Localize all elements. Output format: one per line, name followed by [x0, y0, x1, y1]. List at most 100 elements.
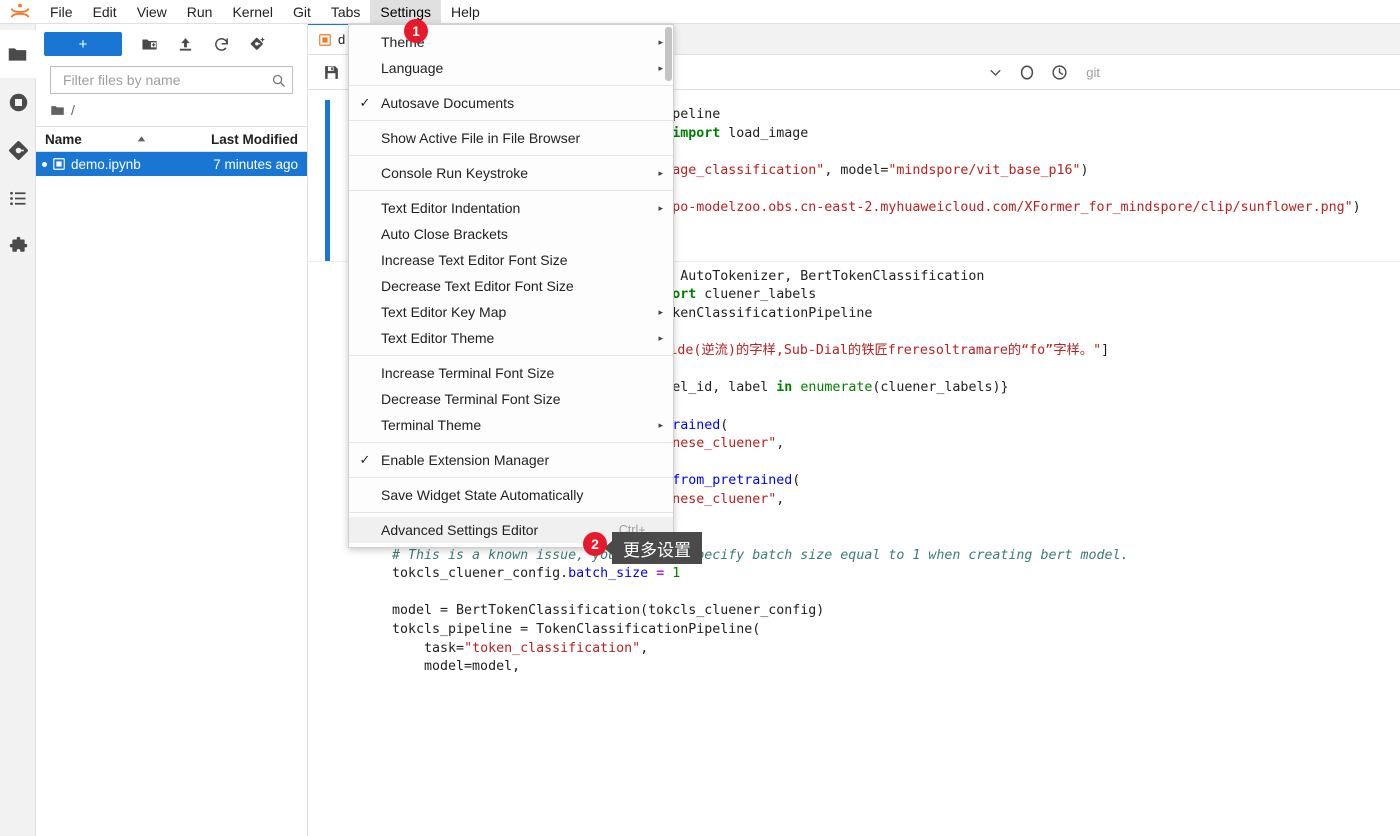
menu-run[interactable]: Run	[177, 0, 223, 23]
kernel-name-label[interactable]: git	[1086, 65, 1100, 80]
menu-item-label: Decrease Text Editor Font Size	[381, 278, 649, 294]
annotation-badge-2: 2	[583, 532, 607, 556]
menu-item-text-editor-key-map[interactable]: Text Editor Key Map▸	[349, 299, 673, 325]
menu-item-label: Text Editor Key Map	[381, 304, 649, 320]
menu-item-increase-terminal-font-size[interactable]: Increase Terminal Font Size	[349, 360, 673, 386]
menu-item-label: Text Editor Indentation	[381, 200, 649, 216]
menu-item-console-run-keystroke[interactable]: Console Run Keystroke▸	[349, 160, 673, 186]
code-line	[392, 584, 1400, 603]
menu-edit[interactable]: Edit	[83, 0, 127, 23]
menu-item-label: Enable Extension Manager	[381, 452, 649, 468]
menu-divider	[349, 355, 673, 356]
menu-file[interactable]: File	[40, 0, 83, 23]
menu-item-autosave-documents[interactable]: ✓Autosave Documents	[349, 90, 673, 116]
code-line: tokcls_pipeline = TokenClassificationPip…	[392, 621, 1400, 640]
clock-icon[interactable]	[1044, 59, 1074, 85]
menu-item-label: Text Editor Theme	[381, 330, 649, 346]
tab-label: d	[338, 32, 345, 47]
chevron-right-icon: ▸	[649, 168, 663, 179]
chevron-down-icon[interactable]	[980, 59, 1010, 85]
search-icon	[271, 73, 286, 88]
menu-item-theme[interactable]: Theme▸	[349, 29, 673, 55]
file-list-header: Name Last Modified	[36, 126, 307, 152]
menu-divider	[349, 155, 673, 156]
menu-item-language[interactable]: Language▸	[349, 55, 673, 81]
save-icon[interactable]	[316, 59, 346, 85]
menu-item-show-active-file-in-file-browser[interactable]: Show Active File in File Browser	[349, 125, 673, 151]
column-header-name-label: Name	[45, 132, 82, 147]
file-last-modified: 7 minutes ago	[189, 157, 307, 172]
notebook-icon	[52, 157, 66, 171]
menu-item-text-editor-indentation[interactable]: Text Editor Indentation▸	[349, 195, 673, 221]
file-list: demo.ipynb7 minutes ago	[36, 152, 307, 176]
check-icon: ✓	[349, 95, 381, 111]
settings-menu-popup: Theme▸Language▸✓Autosave DocumentsShow A…	[348, 24, 674, 548]
menu-item-label: Increase Terminal Font Size	[381, 365, 649, 381]
breadcrumb-path: /	[71, 102, 75, 118]
chevron-right-icon: ▸	[649, 203, 663, 214]
kernel-status-icon[interactable]	[1012, 59, 1042, 85]
activity-bar	[0, 24, 36, 836]
column-header-last-modified[interactable]: Last Modified	[189, 132, 307, 147]
tooltip: 更多设置	[612, 532, 702, 564]
breadcrumb[interactable]: /	[36, 94, 307, 126]
menu-item-auto-close-brackets[interactable]: Auto Close Brackets	[349, 221, 673, 247]
refresh-icon[interactable]	[204, 30, 238, 58]
menu-item-label: Show Active File in File Browser	[381, 130, 649, 146]
menu-item-label: Terminal Theme	[381, 417, 649, 433]
notebook-icon	[318, 33, 332, 47]
menu-item-label: Console Run Keystroke	[381, 165, 649, 181]
chevron-right-icon: ▸	[649, 63, 663, 74]
upload-icon[interactable]	[168, 30, 202, 58]
running-terminals-icon[interactable]	[0, 78, 36, 126]
column-header-name[interactable]: Name	[36, 132, 189, 147]
menu-item-save-widget-state-automatically[interactable]: Save Widget State Automatically	[349, 482, 673, 508]
menu-item-label: Save Widget State Automatically	[381, 487, 649, 503]
folder-icon	[50, 103, 65, 118]
menu-help[interactable]: Help	[441, 0, 490, 23]
menu-item-text-editor-theme[interactable]: Text Editor Theme▸	[349, 325, 673, 351]
chevron-right-icon: ▸	[649, 307, 663, 318]
file-browser-icon[interactable]	[0, 30, 36, 78]
unsaved-indicator	[42, 162, 47, 167]
menu-item-label: Language	[381, 60, 649, 76]
menu-item-increase-text-editor-font-size[interactable]: Increase Text Editor Font Size	[349, 247, 673, 273]
file-browser-panel: +	[36, 24, 308, 836]
menu-item-terminal-theme[interactable]: Terminal Theme▸	[349, 412, 673, 438]
menu-divider	[349, 512, 673, 513]
menu-item-decrease-text-editor-font-size[interactable]: Decrease Text Editor Font Size	[349, 273, 673, 299]
code-line: model = BertTokenClassification(tokcls_c…	[392, 602, 1400, 621]
menu-divider	[349, 120, 673, 121]
jupyterlab-window: FileEditViewRunKernelGitTabsSettingsHelp	[0, 0, 1400, 836]
git-icon[interactable]	[0, 126, 36, 174]
file-browser-toolbar: +	[36, 24, 307, 64]
menu-item-label: Auto Close Brackets	[381, 226, 649, 242]
git-clone-icon[interactable]	[240, 30, 274, 58]
menu-bar: FileEditViewRunKernelGitTabsSettingsHelp	[0, 0, 1400, 24]
menu-git[interactable]: Git	[283, 0, 321, 23]
table-of-contents-icon[interactable]	[0, 174, 36, 222]
menu-tabs[interactable]: Tabs	[321, 0, 371, 23]
check-icon: ✓	[349, 452, 381, 468]
menu-item-label: Increase Text Editor Font Size	[381, 252, 649, 268]
annotation-badge-1: 1	[404, 19, 428, 43]
menu-view[interactable]: View	[127, 0, 177, 23]
chevron-right-icon: ▸	[649, 420, 663, 431]
menu-item-enable-extension-manager[interactable]: ✓Enable Extension Manager	[349, 447, 673, 473]
new-launcher-button[interactable]: +	[44, 32, 122, 56]
code-line: model=model,	[392, 658, 1400, 677]
jupyter-logo-icon	[0, 0, 40, 23]
file-filter-box[interactable]	[50, 66, 293, 94]
extension-manager-icon[interactable]	[0, 222, 36, 270]
menu-divider	[349, 442, 673, 443]
sort-ascending-icon	[136, 134, 147, 145]
menu-settings[interactable]: Settings	[370, 0, 441, 23]
search-input[interactable]	[61, 71, 271, 89]
menu-kernel[interactable]: Kernel	[222, 0, 282, 23]
table-row[interactable]: demo.ipynb7 minutes ago	[36, 152, 307, 176]
new-folder-icon[interactable]	[132, 30, 166, 58]
code-line: task="token_classification",	[392, 640, 1400, 659]
menu-divider	[349, 85, 673, 86]
menu-item-decrease-terminal-font-size[interactable]: Decrease Terminal Font Size	[349, 386, 673, 412]
code-line: # This is a known issue, you need to spe…	[392, 547, 1400, 566]
